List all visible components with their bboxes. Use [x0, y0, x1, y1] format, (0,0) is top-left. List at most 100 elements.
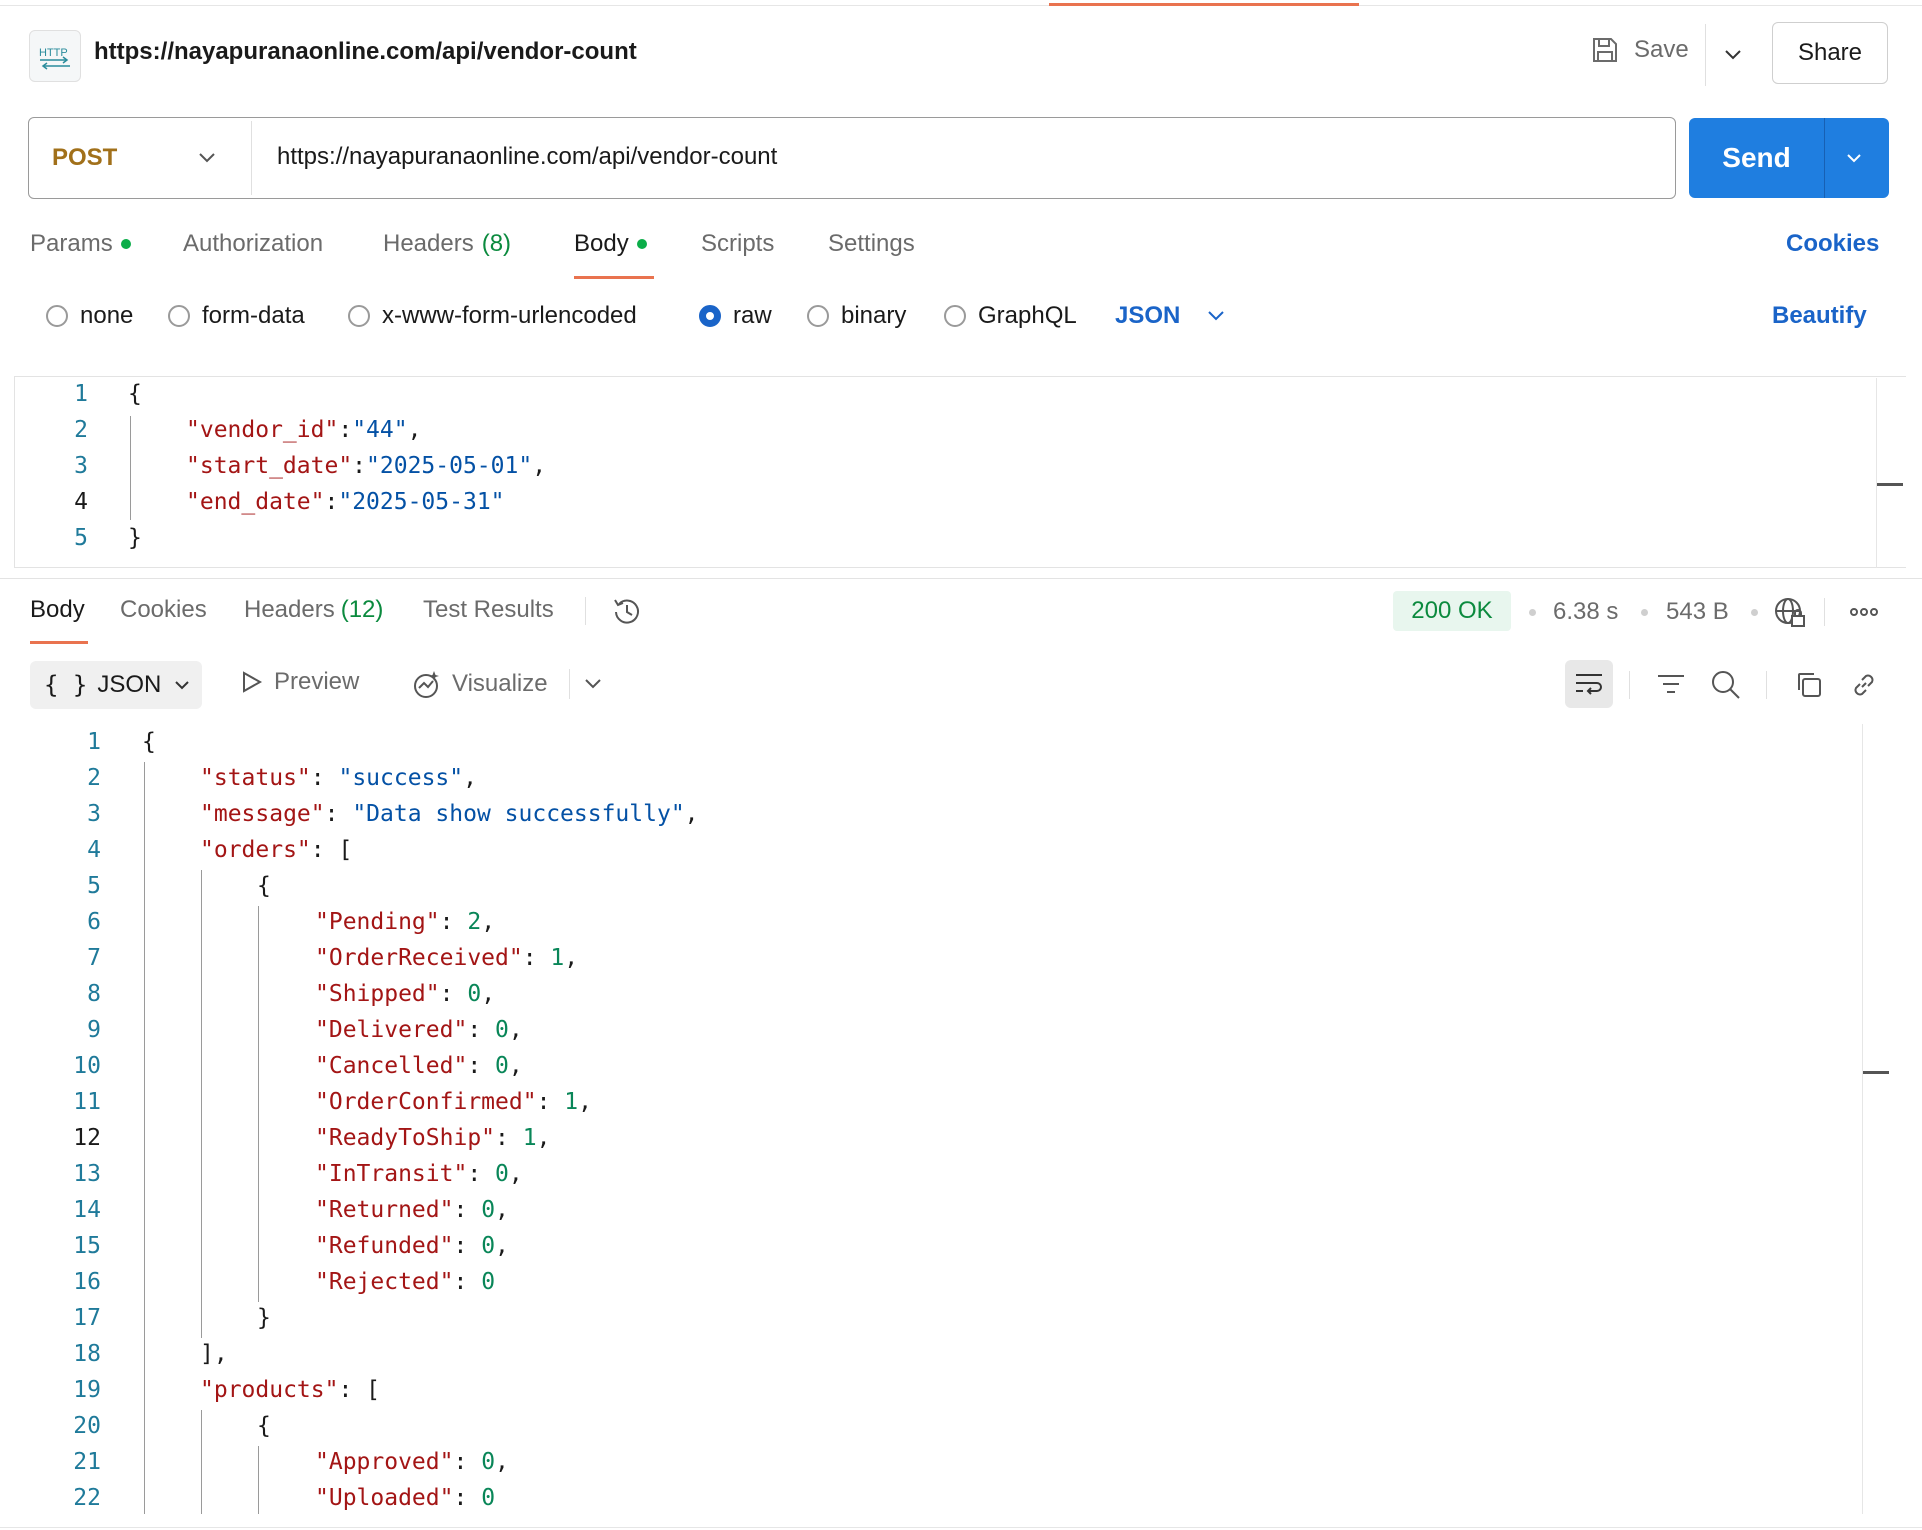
json-string: "44" [352, 417, 408, 443]
body-indicator-dot [636, 239, 647, 249]
json-key: "Approved" [315, 1449, 454, 1475]
preview-button[interactable]: Preview [238, 668, 359, 696]
indent-guide [258, 906, 259, 1302]
tab-params[interactable]: Params [30, 230, 131, 258]
tab-body[interactable]: Body [574, 230, 647, 258]
radio-urlencoded-label: x-www-form-urlencoded [382, 302, 637, 329]
meta-separator [1751, 609, 1758, 616]
body-format-dropdown[interactable] [1203, 303, 1229, 334]
tab-body-underline [574, 276, 654, 279]
resp-line-number: 14 [73, 1197, 101, 1223]
send-divider [1824, 118, 1825, 198]
json-key: "Refunded" [315, 1233, 454, 1259]
send-button[interactable]: Send [1689, 118, 1824, 198]
req-line-number: 5 [74, 525, 88, 551]
code-line: "vendor_id":"44", [186, 417, 422, 443]
method-dropdown-button[interactable] [194, 145, 220, 176]
meta-separator [1641, 609, 1648, 616]
radio-urlencoded[interactable]: x-www-form-urlencoded [348, 302, 637, 330]
body-format-select[interactable]: JSON [1115, 302, 1180, 330]
resp-line-number: 12 [73, 1125, 101, 1151]
save-button[interactable]: Save [1590, 35, 1689, 65]
code-line: "Returned": 0, [315, 1197, 509, 1223]
wrap-lines-icon [1576, 674, 1602, 695]
code-line: "Uploaded": 0 [315, 1485, 496, 1511]
method-select[interactable]: POST [52, 144, 117, 172]
copy-button[interactable] [1792, 668, 1826, 702]
network-info-button[interactable] [1772, 595, 1808, 636]
json-number: 0 [481, 1449, 496, 1475]
pane-divider[interactable] [0, 578, 1922, 579]
tab-scripts[interactable]: Scripts [701, 230, 774, 258]
response-format-select[interactable]: { } JSON [30, 661, 202, 709]
status-badge[interactable]: 200 OK [1393, 591, 1511, 631]
radio-form-data[interactable]: form-data [168, 302, 305, 330]
response-format-label: JSON [97, 671, 162, 698]
tab-headers[interactable]: Headers (8) [383, 230, 511, 258]
chevron-down-icon [199, 153, 215, 163]
radio-graphql-circle [944, 305, 966, 327]
json-key: "Uploaded" [315, 1485, 454, 1511]
radio-graphql[interactable]: GraphQL [944, 302, 1077, 330]
beautify-button[interactable]: Beautify [1772, 302, 1867, 330]
send-options-button[interactable] [1839, 143, 1869, 178]
top-border [0, 5, 1922, 6]
radio-binary[interactable]: binary [807, 302, 906, 330]
code-line: { [128, 381, 142, 407]
response-tab-body[interactable]: Body [30, 596, 85, 624]
json-key: "OrderConfirmed" [315, 1089, 537, 1115]
json-key: "end_date" [186, 489, 325, 515]
wrap-lines-button[interactable] [1565, 660, 1613, 708]
more-options-button[interactable] [1848, 598, 1880, 631]
resp-line-number: 18 [73, 1341, 101, 1367]
tab-settings[interactable]: Settings [828, 230, 915, 258]
json-key: "start_date" [186, 453, 353, 479]
resp-line-number: 5 [87, 873, 101, 899]
history-button[interactable] [609, 594, 645, 635]
json-key: "message" [200, 801, 325, 827]
resp-line-number: 10 [73, 1053, 101, 1079]
response-time[interactable]: 6.38 s [1553, 598, 1618, 626]
response-tab-headers[interactable]: Headers (12) [244, 596, 383, 624]
copy-icon [1798, 673, 1821, 697]
radio-binary-circle [807, 305, 829, 327]
visualize-label: Visualize [452, 670, 548, 697]
response-scroll-marker [1863, 1071, 1889, 1074]
response-tab-divider [585, 597, 586, 625]
chevron-down-icon [585, 679, 601, 689]
radio-raw[interactable]: raw [699, 302, 772, 330]
radio-form-data-circle [168, 305, 190, 327]
play-icon [243, 671, 263, 693]
resp-line-number: 1 [87, 729, 101, 755]
save-options-button[interactable] [1718, 40, 1748, 70]
code-line: { [257, 873, 271, 899]
view-options-dropdown[interactable] [580, 671, 606, 702]
cookies-link[interactable]: Cookies [1786, 230, 1879, 258]
share-button[interactable]: Share [1772, 22, 1888, 84]
chevron-down-icon [1208, 311, 1224, 321]
visualize-button[interactable]: Visualize [410, 668, 548, 700]
code-line: "Shipped": 0, [315, 981, 496, 1007]
tab-authorization[interactable]: Authorization [183, 230, 323, 258]
response-size[interactable]: 543 B [1666, 598, 1729, 626]
copy-link-button[interactable] [1847, 668, 1881, 702]
response-scrollbar[interactable] [1862, 724, 1863, 1514]
indent-guide [258, 1446, 259, 1514]
search-button[interactable] [1709, 668, 1743, 702]
indent-guide [201, 1410, 202, 1514]
link-icon [1854, 674, 1874, 696]
json-key: "OrderReceived" [315, 945, 523, 971]
request-editor-scrollbar[interactable] [1876, 378, 1877, 568]
code-line: "Pending": 2, [315, 909, 496, 935]
filter-button[interactable] [1654, 668, 1688, 702]
json-key: "Rejected" [315, 1269, 454, 1295]
resp-line-number: 20 [73, 1413, 101, 1439]
code-line: "Cancelled": 0, [315, 1053, 523, 1079]
chevron-down-icon [175, 681, 190, 690]
response-tab-cookies[interactable]: Cookies [120, 596, 207, 624]
request-title[interactable]: https://nayapuranaonline.com/api/vendor-… [94, 38, 637, 66]
save-icon [1593, 38, 1617, 62]
url-input[interactable]: https://nayapuranaonline.com/api/vendor-… [277, 143, 777, 171]
response-tab-test-results[interactable]: Test Results [423, 596, 554, 624]
radio-none[interactable]: none [46, 302, 133, 330]
